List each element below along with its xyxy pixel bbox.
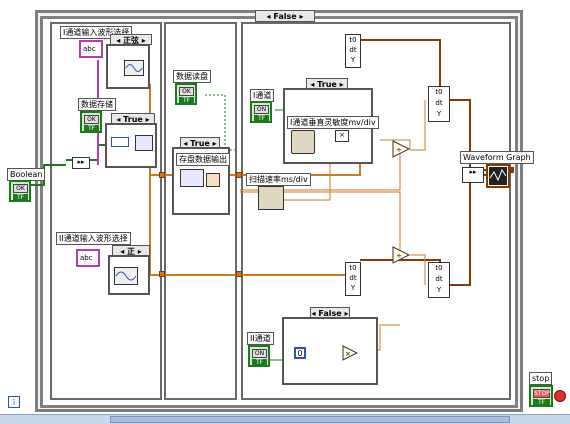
ch1-abc-text: abc [83, 45, 96, 53]
data-store-label: 数据存储 [78, 98, 116, 111]
svg-text:÷: ÷ [396, 146, 402, 154]
divide-node-1: ÷ [392, 140, 410, 158]
svg-text:×: × [345, 350, 351, 358]
iteration-terminal: i [8, 396, 20, 408]
bundle-top-t0: t0 [349, 36, 357, 44]
scroll-thumb[interactable] [110, 416, 510, 423]
ch1-enable-control[interactable]: ON TF [250, 101, 272, 123]
data-read-tf: TF [179, 97, 194, 104]
merge-node: ▸▸ [72, 157, 90, 169]
data-store-ok-button[interactable]: OK [84, 115, 99, 124]
ch2-enable-tf: TF [252, 359, 267, 366]
bundle-mid-dt: dt [435, 99, 443, 107]
build-array-node: ▸▸ [462, 167, 484, 183]
stop-button[interactable]: STOP [533, 389, 550, 398]
waveform-graph-terminal[interactable] [486, 164, 510, 188]
svg-text:÷: ÷ [396, 252, 402, 260]
ch1-wave-case [106, 44, 150, 89]
vert-knob-icon[interactable] [291, 130, 315, 154]
saved-data-output-label: 存盘数据输出 [176, 153, 230, 166]
ch2-enable-label: II通道 [247, 332, 274, 345]
ch1-sine-icon [124, 60, 144, 76]
stop-tf: TF [533, 399, 550, 406]
tunnel-3 [159, 172, 165, 178]
ch1-enable-on-button[interactable]: ON [254, 105, 269, 114]
bottom-scrollbar[interactable] [0, 414, 570, 424]
ch2-wave-select-label: II通道输入波形选择 [56, 232, 131, 245]
bundle-mid-t0: t0 [435, 88, 443, 96]
bundle-top-dt: dt [349, 46, 357, 54]
data-read-ok-button[interactable]: OK [179, 87, 194, 96]
file-read-icon [180, 169, 204, 187]
bundle-node-top: t0 dt Y [345, 34, 361, 68]
tunnel-4 [236, 172, 242, 178]
tunnel-5 [508, 167, 514, 173]
boolean-tf: TF [13, 194, 28, 201]
tunnel-2 [236, 271, 242, 277]
ch1-abc-constant: abc [79, 40, 103, 58]
vert-sensitivity-label: I通道垂直灵敏度mv/div [287, 116, 379, 129]
data-store-tf: TF [84, 125, 99, 132]
data-store-control[interactable]: OK TF [80, 111, 102, 133]
multiply-node-1: × [335, 130, 349, 142]
data-read-label: 数据读盘 [173, 70, 211, 83]
boolean-control[interactable]: OK TF [9, 180, 31, 202]
bundle-node-lower-left: t0 dt Y [345, 262, 361, 296]
multiply-node-2: × [342, 345, 358, 361]
tunnel-1 [159, 271, 165, 277]
boolean-ok-button[interactable]: OK [13, 184, 28, 193]
ch2-abc-text: abc [80, 254, 93, 262]
iteration-label: i [12, 398, 16, 407]
ch2-abc-constant: abc [76, 249, 100, 267]
stop-control[interactable]: STOP TF [529, 385, 553, 407]
ch2-wave-icon [114, 267, 138, 285]
zero-constant-value: 0 [297, 349, 303, 358]
bundle-ll-y: Y [350, 284, 356, 292]
bundle-top-y: Y [350, 56, 356, 64]
zero-constant: 0 [294, 347, 306, 359]
bundle-node-lower-right: t0 dt Y [428, 262, 450, 298]
bundle-node-mid: t0 dt Y [428, 86, 450, 122]
ch1-enable-tf: TF [254, 115, 269, 122]
data-read-control[interactable]: OK TF [175, 83, 197, 105]
ch2-wave-case [108, 255, 150, 295]
bundle-ll-t0: t0 [349, 264, 357, 272]
array-wire-icon [111, 137, 129, 147]
bundle-lr-dt: dt [435, 275, 443, 283]
scan-rate-label: 扫描速率ms/div [246, 173, 311, 186]
data-store-case [105, 123, 157, 168]
scan-rate-knob-icon[interactable] [258, 186, 284, 210]
divide-node-2: ÷ [392, 246, 410, 264]
bundle-lr-t0: t0 [435, 264, 443, 272]
read-output-icon [206, 173, 220, 187]
bundle-lr-y: Y [436, 286, 442, 294]
file-write-icon [135, 135, 153, 151]
waveform-graph-label: Waveform Graph [460, 151, 534, 164]
bundle-mid-y: Y [436, 110, 442, 118]
stop-label: stop [529, 372, 553, 385]
bundle-ll-dt: dt [349, 274, 357, 282]
ch2-enable-on-button[interactable]: ON [252, 349, 267, 358]
read-case: 存盘数据输出 [172, 147, 230, 215]
stop-condition-icon [554, 390, 566, 402]
vert-case: I通道垂直灵敏度mv/div × [283, 88, 379, 164]
ch2-enable-control[interactable]: ON TF [248, 345, 270, 367]
false-case: 0 × [282, 317, 378, 385]
